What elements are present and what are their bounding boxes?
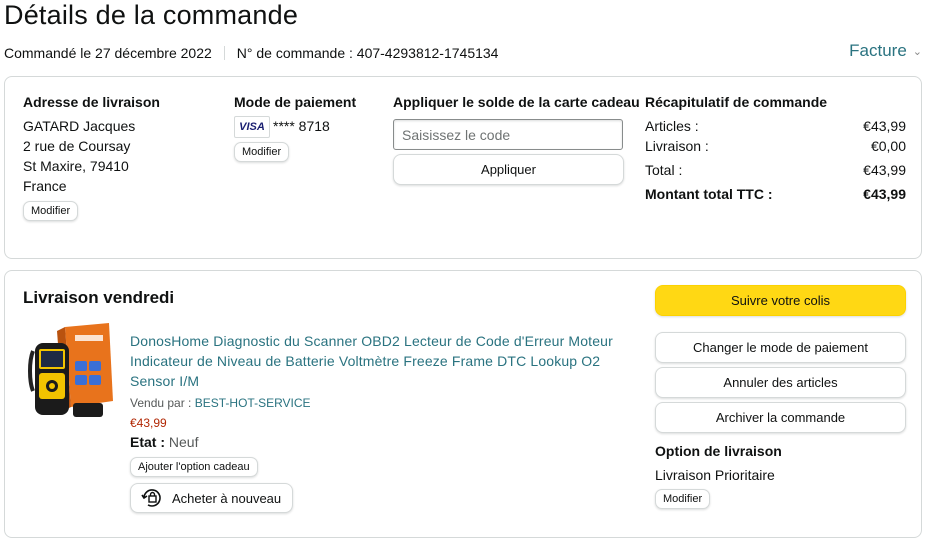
summary-value: €43,99 [863,186,906,202]
divider [223,46,225,60]
shipping-address-title: Adresse de livraison [23,94,160,110]
order-summary: Articles : €43,99 Livraison : €0,00 Tota… [645,116,906,204]
condition-value: Neuf [168,434,199,450]
summary-row-total: Total : €43,99 [645,160,906,180]
summary-row-grand-total: Montant total TTC : €43,99 [645,184,906,204]
invoice-dropdown[interactable]: Facture ⌄ [849,41,922,61]
payment-method-title: Mode de paiement [234,94,357,110]
buy-again-label: Acheter à nouveau [172,490,282,506]
product-image[interactable] [27,321,117,423]
address-line: St Maxire, 79410 [23,158,129,174]
summary-label: Montant total TTC : [645,186,773,202]
product-price: €43,99 [130,416,167,430]
condition-label: Etat : [130,434,165,450]
delivery-option-title: Option de livraison [655,443,782,459]
gift-card-title: Appliquer le solde de la carte cadeau [393,94,640,110]
product-title-link[interactable]: DonosHome Diagnostic du Scanner OBD2 Lec… [130,331,620,391]
cancel-items-button[interactable]: Annuler des articles [655,367,906,398]
address-line: France [23,178,67,194]
seller-link[interactable]: BEST-HOT-SERVICE [195,396,311,410]
delivery-title: Livraison vendredi [23,288,175,307]
modify-delivery-option-button[interactable]: Modifier [655,489,711,509]
chevron-down-icon: ⌄ [912,45,922,58]
summary-label: Articles : [645,118,699,134]
address-line: 2 rue de Coursay [23,138,131,154]
summary-value: €0,00 [870,138,906,154]
summary-label: Livraison : [645,138,709,154]
order-date: Commandé le 27 décembre 2022 [4,45,212,61]
summary-label: Total : [645,162,683,178]
order-meta: Commandé le 27 décembre 2022 N° de comma… [4,45,498,61]
order-number: N° de commande : 407-4293812-1745134 [236,45,499,61]
gift-card-code-input[interactable] [393,119,623,150]
modify-payment-button[interactable]: Modifier [234,142,290,162]
card-number: **** 8718 [273,118,330,134]
modify-address-button[interactable]: Modifier [23,201,79,221]
sold-by-label: Vendu par : [130,396,192,410]
shipment-box: Livraison vendredi DonosHome Diagnostic … [4,270,922,538]
address-line: GATARD Jacques [23,118,136,134]
delivery-option-value: Livraison Prioritaire [655,467,775,483]
summary-value: €43,99 [863,118,906,134]
apply-gift-card-button[interactable]: Appliquer [393,154,624,185]
change-payment-button[interactable]: Changer le mode de paiement [655,332,906,363]
archive-order-button[interactable]: Archiver la commande [655,402,906,433]
summary-row-items: Articles : €43,99 [645,116,906,136]
track-package-button[interactable]: Suivre votre colis [655,285,906,316]
page-title: Détails de la commande [4,0,299,30]
buy-again-icon [141,489,161,507]
visa-card-icon: VISA [234,116,270,138]
product-condition: Etat : Neuf [130,434,198,450]
order-summary-title: Récapitulatif de commande [645,94,828,110]
seller-info: Vendu par : BEST-HOT-SERVICE [130,396,311,410]
invoice-label: Facture [849,41,907,60]
buy-again-button[interactable]: Acheter à nouveau [130,483,293,513]
add-gift-option-button[interactable]: Ajouter l'option cadeau [130,457,258,477]
shipping-address: GATARD Jacques 2 rue de Coursay St Maxir… [23,116,135,196]
summary-value: €43,99 [863,162,906,178]
summary-row-shipping: Livraison : €0,00 [645,136,906,156]
order-info-box: Adresse de livraison GATARD Jacques 2 ru… [4,76,922,259]
